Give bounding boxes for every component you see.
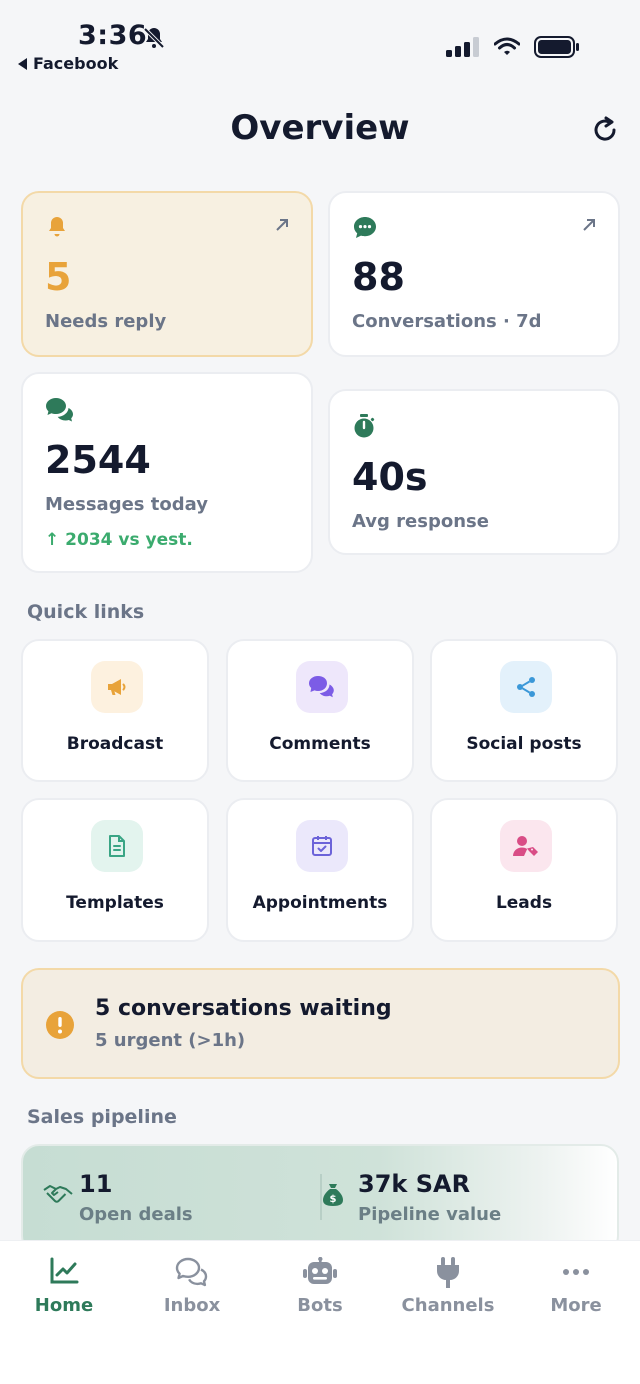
alert-subtitle: 5 urgent (>1h) xyxy=(95,1030,246,1051)
tab-home[interactable]: Home xyxy=(0,1241,128,1341)
section-title-sales-pipeline: Sales pipeline xyxy=(27,1106,177,1128)
stat-label: Avg response xyxy=(352,511,489,532)
back-to-facebook[interactable]: Facebook xyxy=(18,54,118,73)
bell-off-icon xyxy=(142,26,166,54)
trend-indicator: ↑ 2034 vs yest. xyxy=(45,530,193,550)
open-deals-value: 11 xyxy=(79,1170,113,1198)
user-tag-icon xyxy=(500,820,552,872)
signal-icon xyxy=(446,37,479,57)
tab-inbox[interactable]: Inbox xyxy=(128,1241,256,1341)
quick-link-label: Social posts xyxy=(466,734,582,754)
quick-link-label: Templates xyxy=(66,893,164,913)
quick-link-label: Comments xyxy=(269,734,371,754)
document-icon xyxy=(91,820,143,872)
stat-value: 88 xyxy=(352,255,405,299)
quick-link-appointments[interactable]: Appointments xyxy=(226,798,414,942)
status-indicators xyxy=(446,36,580,58)
money-bag-icon: $ xyxy=(321,1182,345,1212)
stat-card-needs-reply[interactable]: 5 Needs reply xyxy=(21,191,313,357)
stat-card-messages-today[interactable]: 2544 Messages today ↑ 2034 vs yest. xyxy=(21,372,313,573)
tab-bots[interactable]: Bots xyxy=(256,1241,384,1341)
status-bar: 3:36 Facebook xyxy=(0,0,640,90)
chat-bubble-icon xyxy=(352,215,378,245)
pipeline-value: 37k SAR xyxy=(358,1170,471,1198)
stat-value: 5 xyxy=(45,255,72,299)
bottom-tab-bar: Home Inbox Bots Channels More xyxy=(0,1240,640,1384)
stat-card-avg-response[interactable]: 40s Avg response xyxy=(328,389,620,555)
waiting-alert-banner[interactable]: 5 conversations waiting 5 urgent (>1h) xyxy=(21,968,620,1079)
quick-link-social-posts[interactable]: Social posts xyxy=(430,639,618,782)
more-dots-icon xyxy=(512,1257,640,1287)
section-title-quick-links: Quick links xyxy=(27,601,145,623)
quick-link-broadcast[interactable]: Broadcast xyxy=(21,639,209,782)
sales-pipeline-card[interactable]: 11 Open deals $ 37k SAR Pipeline value xyxy=(21,1144,619,1254)
page-title: Overview xyxy=(230,108,410,148)
tab-label: Inbox xyxy=(163,1295,221,1316)
back-label: Facebook xyxy=(33,54,119,73)
stat-label: Messages today xyxy=(45,494,208,515)
plug-icon xyxy=(384,1257,512,1289)
alert-title: 5 conversations waiting xyxy=(95,996,392,1021)
quick-link-label: Leads xyxy=(495,893,553,913)
back-triangle-icon xyxy=(18,57,27,70)
chat-bubbles-icon xyxy=(128,1257,256,1289)
handshake-icon xyxy=(43,1182,73,1210)
quick-link-leads[interactable]: Leads xyxy=(430,798,618,942)
stat-value: 2544 xyxy=(45,438,151,482)
arrow-up-right-icon xyxy=(582,217,596,236)
open-deals-label: Open deals xyxy=(79,1204,193,1225)
quick-link-templates[interactable]: Templates xyxy=(21,798,209,942)
stat-value: 40s xyxy=(352,455,428,499)
comments-icon xyxy=(296,661,348,713)
stat-label: Conversations · 7d xyxy=(352,311,542,332)
megaphone-icon xyxy=(91,661,143,713)
tab-label: Home xyxy=(34,1295,94,1316)
refresh-icon[interactable] xyxy=(590,115,620,149)
tab-more[interactable]: More xyxy=(512,1241,640,1341)
stopwatch-icon xyxy=(352,413,376,443)
pipeline-value-label: Pipeline value xyxy=(358,1204,502,1225)
chart-line-icon xyxy=(0,1257,128,1285)
arrow-up-right-icon xyxy=(275,217,289,236)
svg-text:$: $ xyxy=(330,1194,337,1205)
share-icon xyxy=(500,661,552,713)
stat-card-conversations[interactable]: 88 Conversations · 7d xyxy=(328,191,620,357)
exclamation-circle-icon xyxy=(45,1010,75,1044)
tab-channels[interactable]: Channels xyxy=(384,1241,512,1341)
battery-icon xyxy=(534,36,579,58)
calendar-check-icon xyxy=(296,820,348,872)
tab-label: Bots xyxy=(297,1295,343,1316)
status-time: 3:36 xyxy=(78,20,148,51)
tab-label: Channels xyxy=(401,1295,495,1316)
bell-icon xyxy=(45,215,69,243)
chats-icon xyxy=(45,396,73,428)
quick-link-comments[interactable]: Comments xyxy=(226,639,414,782)
wifi-icon xyxy=(494,37,520,55)
stat-label: Needs reply xyxy=(45,311,167,332)
quick-link-label: Broadcast xyxy=(66,734,164,754)
quick-link-label: Appointments xyxy=(252,893,388,913)
robot-icon xyxy=(256,1257,384,1287)
tab-label: More xyxy=(550,1295,602,1316)
